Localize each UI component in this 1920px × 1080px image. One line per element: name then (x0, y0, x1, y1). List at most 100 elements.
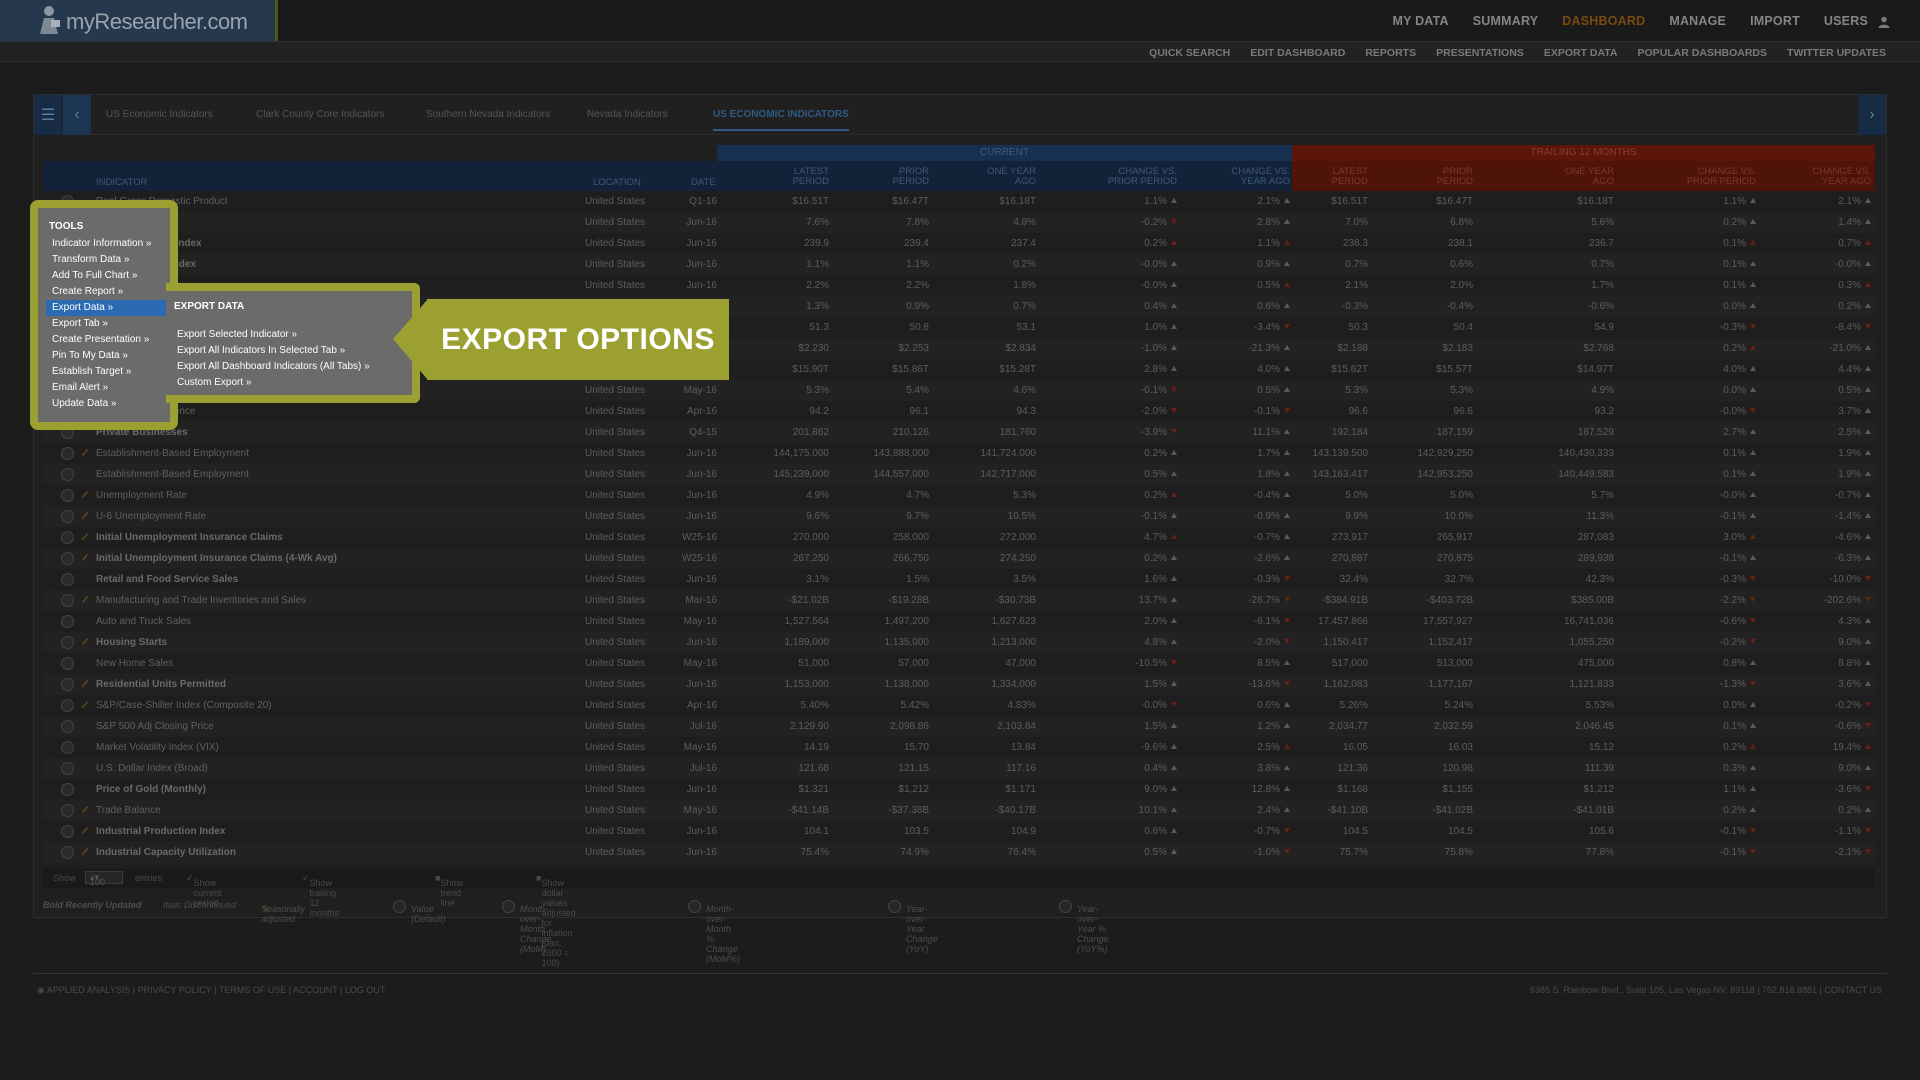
indicator-name[interactable]: Industrial Capacity Utilization (96, 847, 236, 858)
table-row[interactable]: Unemployment Rate United States Jun-16 4.9%… (43, 485, 1875, 506)
show-current-option[interactable]: ✓ Show current period (186, 873, 222, 908)
table-row[interactable]: Producer Price IndexUnited StatesJun-161… (43, 254, 1875, 275)
header-location[interactable]: LOCATION (593, 178, 641, 188)
indicator-name[interactable]: New Home Sales (96, 658, 173, 669)
table-row[interactable]: Manufacturing and Trade Inventories and … (43, 590, 1875, 611)
tools-item-9[interactable]: Email Alert » (46, 380, 170, 396)
header-indicator[interactable]: INDICATOR (96, 178, 147, 188)
indicator-name[interactable]: Industrial Production Index (96, 826, 225, 837)
sub-nav-presentations[interactable]: PRESENTATIONS (1426, 47, 1534, 59)
main-nav-summary[interactable]: SUMMARY (1461, 14, 1551, 28)
tools-item-6[interactable]: Create Presentation » (46, 332, 170, 348)
trailing-header-latest-period[interactable]: LATEST PERIOD (1258, 167, 1368, 187)
tab-3[interactable]: Nevada Indicators (587, 109, 668, 120)
table-row[interactable]: Price of Gold (Monthly) United States Jun-… (43, 779, 1875, 800)
chart-type-icon[interactable] (61, 699, 74, 712)
trailing-header-change-prior[interactable]: CHANGE VS. PRIOR PERIOD (1646, 167, 1756, 187)
table-row[interactable]: Initial Unemployment Insurance Claims (4… (43, 548, 1875, 569)
chart-type-icon[interactable] (61, 447, 74, 460)
sub-nav-quick-search[interactable]: QUICK SEARCH (1139, 47, 1240, 59)
entries-select[interactable]: 100 ▴▾ (85, 871, 123, 887)
header-one-year-ago[interactable]: ONE YEAR AGO (926, 167, 1036, 187)
tools-item-10[interactable]: Update Data » (46, 396, 170, 412)
indicator-name[interactable]: Auto and Truck Sales (96, 616, 191, 627)
table-row[interactable]: Retail and Food Service Sales United Stat… (43, 569, 1875, 590)
chart-type-icon[interactable] (61, 615, 74, 628)
indicator-name[interactable]: Retail and Food Service Sales (96, 574, 238, 585)
tools-item-8[interactable]: Establish Target » (46, 364, 170, 380)
export-item-2[interactable]: Export All Dashboard Indicators (All Tab… (177, 359, 370, 375)
tools-item-0[interactable]: Indicator Information » (46, 236, 170, 252)
user-icon[interactable] (1878, 16, 1890, 28)
tools-item-7[interactable]: Pin To My Data » (46, 348, 170, 364)
tools-item-1[interactable]: Transform Data » (46, 252, 170, 268)
indicator-name[interactable]: Housing Starts (96, 637, 167, 648)
chart-type-icon[interactable] (61, 678, 74, 691)
legend-yoypct[interactable]: Year-over-Year % Change (YoY%) (1059, 900, 1109, 954)
chart-type-icon[interactable] (61, 846, 74, 859)
header-date[interactable]: DATE (691, 178, 716, 188)
show-trailing-option[interactable]: ✓ Show trailing 12 months (302, 873, 339, 918)
table-row[interactable]: Industrial Capacity Utilization United St… (43, 842, 1875, 863)
chevron-left-icon[interactable]: ‹ (63, 95, 91, 135)
chart-type-icon[interactable] (61, 825, 74, 838)
chart-type-icon[interactable] (61, 573, 74, 586)
table-row[interactable]: Auto and Truck Sales United States May-16 1… (43, 611, 1875, 632)
indicator-name[interactable]: Residential Units Permitted (96, 679, 226, 690)
table-row[interactable]: Trade Balance United States May-16 -$41.14B… (43, 800, 1875, 821)
table-row[interactable]: Establishment-Based Employment United Sta… (43, 464, 1875, 485)
chart-type-icon[interactable] (61, 531, 74, 544)
chart-type-icon[interactable] (61, 804, 74, 817)
header-latest-period[interactable]: LATEST PERIOD (719, 167, 829, 187)
main-nav-my-data[interactable]: MY DATA (1380, 14, 1460, 28)
indicator-name[interactable]: Trade Balance (96, 805, 161, 816)
tools-item-4[interactable]: Export Data » (46, 300, 170, 316)
chart-type-icon[interactable] (61, 762, 74, 775)
table-row[interactable]: M2 Money StockUnited StatesJun-167.6%7.8… (43, 212, 1875, 233)
indicator-name[interactable]: U-6 Unemployment Rate (96, 511, 206, 522)
export-item-3[interactable]: Custom Export » (177, 375, 370, 391)
legend-mompct[interactable]: Month-over-Month % Change (MoM%) (688, 900, 740, 964)
indicator-name[interactable]: Establishment-Based Employment (96, 469, 249, 480)
chart-type-icon[interactable] (61, 489, 74, 502)
chart-type-icon[interactable] (61, 657, 74, 670)
table-row[interactable]: New Home Sales United States May-16 51,000 5… (43, 653, 1875, 674)
indicator-name[interactable]: Price of Gold (Monthly) (96, 784, 206, 795)
indicator-name[interactable]: Establishment-Based Employment (96, 448, 249, 459)
table-row[interactable]: S&P/Case-Shiller Index (Composite 20) Uni… (43, 695, 1875, 716)
show-trend-option[interactable]: ■ Show trend line (435, 873, 463, 908)
chart-type-icon[interactable] (61, 636, 74, 649)
table-row[interactable]: Establishment-Based Employment United Sta… (43, 443, 1875, 464)
tools-item-5[interactable]: Export Tab » (46, 316, 170, 332)
table-row[interactable]: Consumer Price IndexUnited StatesJun-162… (43, 233, 1875, 254)
table-row[interactable]: Private Businesses United States Q4-15 201,… (43, 422, 1875, 443)
menu-icon[interactable]: ☰ (34, 95, 62, 135)
table-row[interactable]: U-6 Unemployment Rate United States Jun-16… (43, 506, 1875, 527)
chart-type-icon[interactable] (61, 552, 74, 565)
main-nav-dashboard[interactable]: DASHBOARD (1550, 14, 1657, 28)
footer-links[interactable]: ◉ APPLIED ANALYSIS | PRIVACY POLICY | TE… (37, 985, 385, 996)
indicator-name[interactable]: S&P/Case-Shiller Index (Composite 20) (96, 700, 272, 711)
main-nav-manage[interactable]: MANAGE (1657, 14, 1738, 28)
trailing-header-one-year-ago[interactable]: ONE YEAR AGO (1504, 167, 1614, 187)
main-nav-import[interactable]: IMPORT (1738, 14, 1812, 28)
table-row[interactable]: Residential Units Permitted United States… (43, 674, 1875, 695)
chart-type-icon[interactable] (61, 468, 74, 481)
table-row[interactable]: Initial Unemployment Insurance Claims Uni… (43, 527, 1875, 548)
table-row[interactable]: S&P 500 Adj Closing Price United States Ju… (43, 716, 1875, 737)
indicator-name[interactable]: S&P 500 Adj Closing Price (96, 721, 214, 732)
table-row[interactable]: Housing Starts United States Jun-16 1,189,0… (43, 632, 1875, 653)
tab-2[interactable]: Southern Nevada Indicators (426, 109, 550, 120)
logo[interactable]: myResearcher.com (0, 0, 278, 41)
indicator-name[interactable]: Unemployment Rate (96, 490, 187, 501)
indicator-name[interactable]: Initial Unemployment Insurance Claims (96, 532, 283, 543)
indicator-name[interactable]: Market Volatility Index (VIX) (96, 742, 219, 753)
export-item-0[interactable]: Export Selected Indicator » (177, 327, 370, 343)
table-row[interactable]: Market Volatility Index (VIX) United Stat… (43, 737, 1875, 758)
table-row[interactable]: Industrial Production Index United States… (43, 821, 1875, 842)
tab-4[interactable]: US ECONOMIC INDICATORS (713, 109, 849, 131)
inflation-option[interactable]: ■ Show dollar values adjusted for inflat… (536, 873, 575, 968)
trailing-header-change-year[interactable]: CHANGE VS. YEAR AGO (1761, 167, 1871, 187)
sub-nav-popular-dashboards[interactable]: POPULAR DASHBOARDS (1628, 47, 1778, 59)
legend-value[interactable]: Value (Default) (393, 900, 446, 924)
